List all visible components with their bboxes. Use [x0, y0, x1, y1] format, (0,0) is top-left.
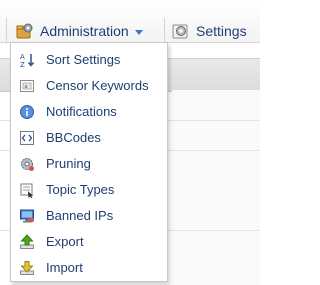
gear-icon [19, 156, 35, 172]
menu-item-pruning[interactable]: Pruning [11, 151, 167, 177]
menu-item-label: Banned IPs [46, 208, 114, 223]
menu-item-label: Censor Keywords [46, 78, 149, 93]
toolbar-separator [164, 18, 165, 44]
administration-menu-button[interactable]: Administration [16, 18, 143, 44]
import-arrow-icon [19, 260, 35, 276]
admin-tools-icon [16, 22, 34, 40]
menu-item-censor-keywords[interactable]: a Censor Keywords [11, 73, 167, 99]
toolbar: Administration Settings [0, 0, 260, 44]
export-arrow-icon [19, 234, 35, 250]
toolbar-separator [6, 18, 7, 44]
menu-item-sort-settings[interactable]: A Z Sort Settings [11, 47, 167, 73]
settings-label: Settings [196, 23, 247, 39]
menu-item-label: Export [46, 234, 84, 249]
menu-item-label: Pruning [46, 156, 91, 171]
censor-icon: a [19, 78, 35, 94]
menu-item-label: Notifications [46, 104, 117, 119]
svg-text:Z: Z [20, 61, 25, 68]
menu-item-export[interactable]: Export [11, 229, 167, 255]
svg-text:a: a [25, 84, 28, 90]
menu-item-label: BBCodes [46, 130, 101, 145]
sort-az-icon: A Z [19, 52, 35, 68]
menu-item-label: Sort Settings [46, 52, 121, 67]
menu-item-label: Topic Types [46, 182, 115, 197]
menu-item-bbcodes[interactable]: BBCodes [11, 125, 167, 151]
info-icon [19, 104, 35, 120]
settings-button[interactable]: Settings [172, 18, 247, 44]
menu-item-topic-types[interactable]: Topic Types [11, 177, 167, 203]
svg-text:A: A [20, 53, 25, 61]
settings-gear-icon [172, 22, 190, 40]
topic-types-icon [19, 182, 35, 198]
banned-ip-icon [19, 208, 35, 224]
chevron-down-icon [134, 29, 143, 35]
menu-item-import[interactable]: Import [11, 255, 167, 281]
menu-item-banned-ips[interactable]: Banned IPs [11, 203, 167, 229]
code-icon [19, 130, 35, 146]
menu-item-notifications[interactable]: Notifications [11, 99, 167, 125]
administration-label: Administration [40, 23, 129, 39]
administration-dropdown-menu: A Z Sort Settings a Censor Keywords Noti… [10, 42, 168, 282]
menu-item-label: Import [46, 260, 83, 275]
